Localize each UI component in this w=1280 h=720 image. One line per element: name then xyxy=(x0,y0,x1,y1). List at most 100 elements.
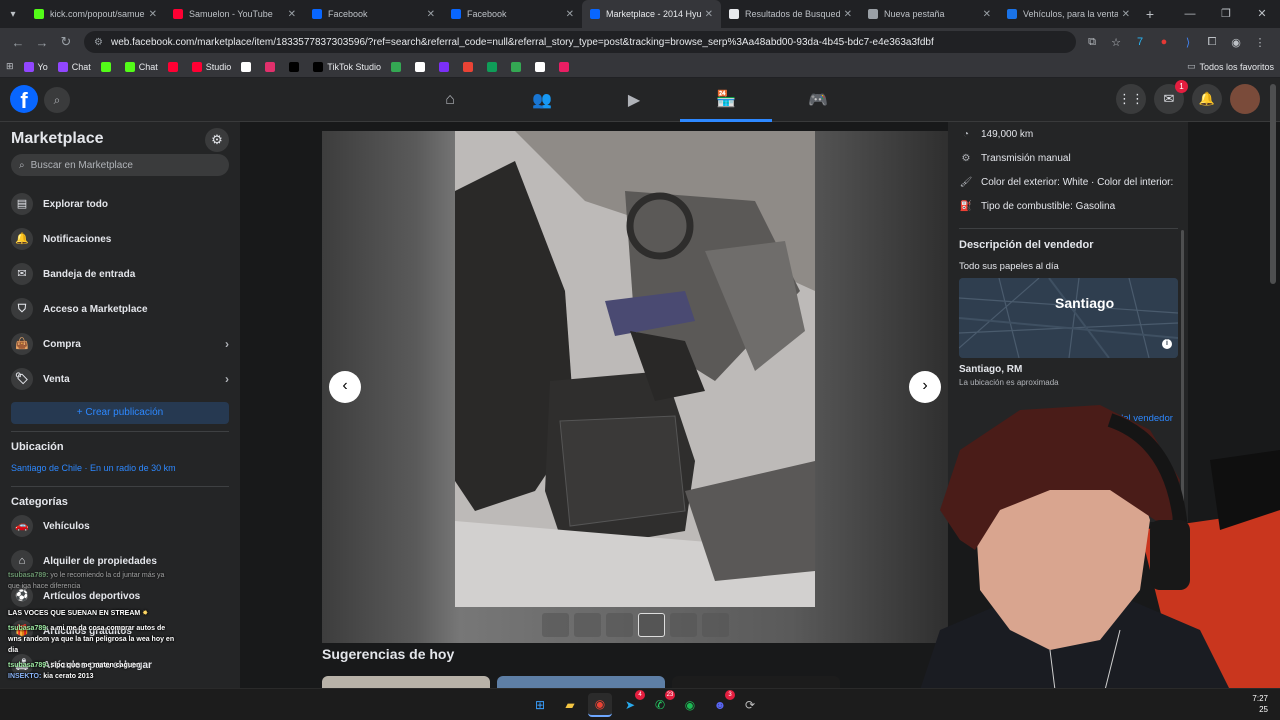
bookmark-item[interactable]: TikTok Studio xyxy=(313,61,381,72)
windows-start-icon[interactable]: ⊞ xyxy=(528,693,552,717)
reload-icon[interactable]: ↻ xyxy=(54,34,78,50)
file-explorer-icon[interactable]: ▰ xyxy=(558,693,582,717)
bookmark-item[interactable] xyxy=(487,61,501,72)
tab-close-icon[interactable]: ✕ xyxy=(844,9,852,20)
profile-avatar[interactable] xyxy=(1230,84,1260,114)
back-icon[interactable]: ← xyxy=(6,35,30,50)
create-listing-button[interactable]: + Crear publicación xyxy=(11,402,229,424)
menu-grid-icon[interactable]: ⋮⋮ xyxy=(1116,84,1146,114)
browser-tab[interactable]: Facebook ✕ xyxy=(443,0,582,28)
sidebar-item-explore[interactable]: ▤ Explorar todo xyxy=(11,189,229,219)
friends-icon[interactable]: 👥 xyxy=(496,78,588,122)
marketplace-icon[interactable]: 🏪 xyxy=(680,78,772,122)
next-photo-button[interactable]: › xyxy=(909,371,941,403)
tab-close-icon[interactable]: ✕ xyxy=(427,9,435,20)
bookmark-item[interactable] xyxy=(439,61,453,72)
previous-photo-button[interactable]: ‹ xyxy=(329,371,361,403)
sidebar-item-buy[interactable]: 👜 Compra › xyxy=(11,329,229,359)
search-icon[interactable]: ⌕ xyxy=(44,87,70,113)
bookmark-item[interactable] xyxy=(241,61,255,72)
tab-close-icon[interactable]: ✕ xyxy=(1122,9,1130,20)
new-tab-button[interactable]: + xyxy=(1138,6,1162,22)
spotify-icon[interactable]: ◉ xyxy=(678,693,702,717)
system-clock[interactable]: 7:27 25 xyxy=(1252,693,1268,715)
bookmark-item[interactable]: Chat xyxy=(57,61,91,72)
video-icon[interactable]: ▶ xyxy=(588,78,680,122)
bookmark-item[interactable] xyxy=(100,61,115,72)
browser-tab[interactable]: Vehículos, para la venta, C ✕ xyxy=(999,0,1138,28)
bookmark-star-icon[interactable]: ☆ xyxy=(1108,36,1124,49)
gaming-icon[interactable]: 🎮 xyxy=(772,78,864,122)
tab-search-chevron-icon[interactable]: ▾ xyxy=(0,0,26,28)
app-icon[interactable]: ⟳ xyxy=(738,693,762,717)
install-app-icon[interactable]: ⧉ xyxy=(1084,36,1100,49)
bookmark-item[interactable] xyxy=(289,61,303,72)
tab-close-icon[interactable]: ✕ xyxy=(566,9,574,20)
extension-blue-icon[interactable]: ⟩ xyxy=(1180,36,1196,49)
photo-thumbnail[interactable] xyxy=(606,613,633,637)
browser-tab[interactable]: Samuelon - YouTube ✕ xyxy=(165,0,304,28)
browser-tab[interactable]: Marketplace - 2014 Hyun ✕ xyxy=(582,0,721,28)
photo-thumbnail[interactable] xyxy=(702,613,729,637)
profile-avatar-icon[interactable]: ◉ xyxy=(1228,36,1244,49)
tab-close-icon[interactable]: ✕ xyxy=(149,9,157,20)
stream-chat-overlay: tsubasa789: yo le recomiendo la cd junta… xyxy=(8,570,178,682)
messenger-icon[interactable]: ✉ 1 xyxy=(1154,80,1188,114)
sidebar-item-notifications[interactable]: 🔔 Notificaciones xyxy=(11,224,229,254)
sidebar-item-inbox[interactable]: ✉ Bandeja de entrada xyxy=(11,259,229,289)
extension-7tv-icon[interactable]: 7 xyxy=(1132,36,1148,48)
bookmark-item[interactable] xyxy=(511,61,525,72)
settings-gear-icon[interactable]: ⚙ xyxy=(205,128,229,152)
bookmark-label: Yo xyxy=(37,61,48,72)
bookmark-item[interactable] xyxy=(265,61,279,72)
browser-tab[interactable]: kick.com/popout/samuel ✕ xyxy=(26,0,165,28)
extensions-puzzle-icon[interactable]: ⧠ xyxy=(1204,36,1220,49)
browser-tab[interactable]: Facebook ✕ xyxy=(304,0,443,28)
home-icon[interactable]: ⌂ xyxy=(404,78,496,122)
bookmark-item[interactable] xyxy=(463,61,477,72)
bookmark-item[interactable] xyxy=(167,61,182,72)
telegram-icon[interactable]: ➤ 4 xyxy=(618,690,645,717)
whatsapp-icon[interactable]: ✆ 23 xyxy=(648,690,675,717)
photo-thumbnail[interactable] xyxy=(574,613,601,637)
bookmark-item[interactable] xyxy=(391,61,405,72)
all-bookmarks-folder[interactable]: ▭ Todos los favoritos xyxy=(1187,61,1274,72)
bookmark-item[interactable] xyxy=(415,61,429,72)
browser-tab[interactable]: Resultados de Busqueda ✕ xyxy=(721,0,860,28)
site-info-icon[interactable]: ⚙ xyxy=(94,37,103,48)
marketplace-search-input[interactable]: ⌕ Buscar en Marketplace xyxy=(11,154,229,176)
page-scrollbar[interactable] xyxy=(1270,84,1276,284)
taskbar-apps: ⊞ ▰ ◉ ➤ 4 ✆ 23 ◉ ☻ 3 ⟳ xyxy=(528,690,762,717)
forward-icon[interactable]: → xyxy=(30,35,54,50)
tab-close-icon[interactable]: ✕ xyxy=(288,9,296,20)
location-value-link[interactable]: Santiago de Chile · En un radio de 30 km xyxy=(11,463,176,473)
tab-close-icon[interactable]: ✕ xyxy=(705,9,713,20)
category-vehicles[interactable]: 🚗 Vehículos xyxy=(11,511,229,541)
chrome-icon[interactable]: ◉ xyxy=(588,693,612,717)
extension-red-icon[interactable]: ● xyxy=(1156,36,1172,48)
maximize-icon[interactable]: ❐ xyxy=(1208,0,1244,28)
photo-thumbnail-selected[interactable] xyxy=(638,613,665,637)
bookmark-item[interactable] xyxy=(535,61,549,72)
discord-icon[interactable]: ☻ 3 xyxy=(708,690,735,717)
sidebar-item-sell[interactable]: 🏷 Venta › xyxy=(11,364,229,394)
apps-grid-icon[interactable]: ⊞ xyxy=(6,61,14,72)
facebook-logo-icon[interactable]: f xyxy=(10,85,38,113)
tab-close-icon[interactable]: ✕ xyxy=(983,9,991,20)
close-window-icon[interactable]: ✕ xyxy=(1244,0,1280,28)
photo-thumbnail[interactable] xyxy=(542,613,569,637)
url-input[interactable]: ⚙ web.facebook.com/marketplace/item/1833… xyxy=(84,31,1076,53)
map-info-icon[interactable]: i xyxy=(1162,339,1172,349)
bookmark-item[interactable] xyxy=(559,61,573,72)
photo-thumbnail[interactable] xyxy=(670,613,697,637)
browser-tab[interactable]: Nueva pestaña ✕ xyxy=(860,0,999,28)
chrome-menu-icon[interactable]: ⋮ xyxy=(1252,36,1268,49)
minimize-icon[interactable]: — xyxy=(1172,0,1208,28)
notifications-bell-icon[interactable]: 🔔 xyxy=(1192,84,1222,114)
bookmark-item[interactable]: Chat xyxy=(124,61,158,72)
location-map[interactable]: Santiago i xyxy=(959,278,1178,358)
bookmark-item[interactable]: Yo xyxy=(23,61,48,72)
sidebar-item-access[interactable]: ⛉ Acceso a Marketplace xyxy=(11,294,229,324)
bookmark-item[interactable]: Studio xyxy=(191,61,231,72)
chevron-right-icon: › xyxy=(225,337,229,351)
